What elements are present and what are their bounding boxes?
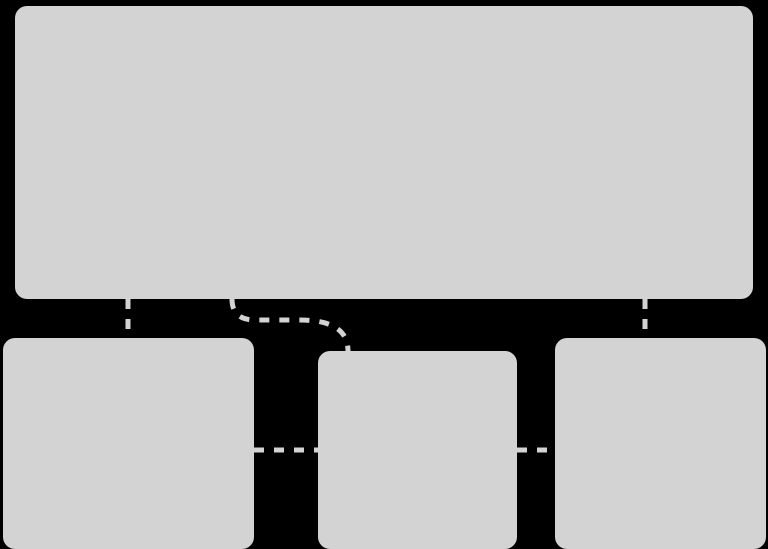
child-box-1 (3, 338, 254, 549)
top-box (15, 6, 753, 299)
child-box-3 (555, 338, 766, 549)
child-box-2 (318, 351, 517, 549)
